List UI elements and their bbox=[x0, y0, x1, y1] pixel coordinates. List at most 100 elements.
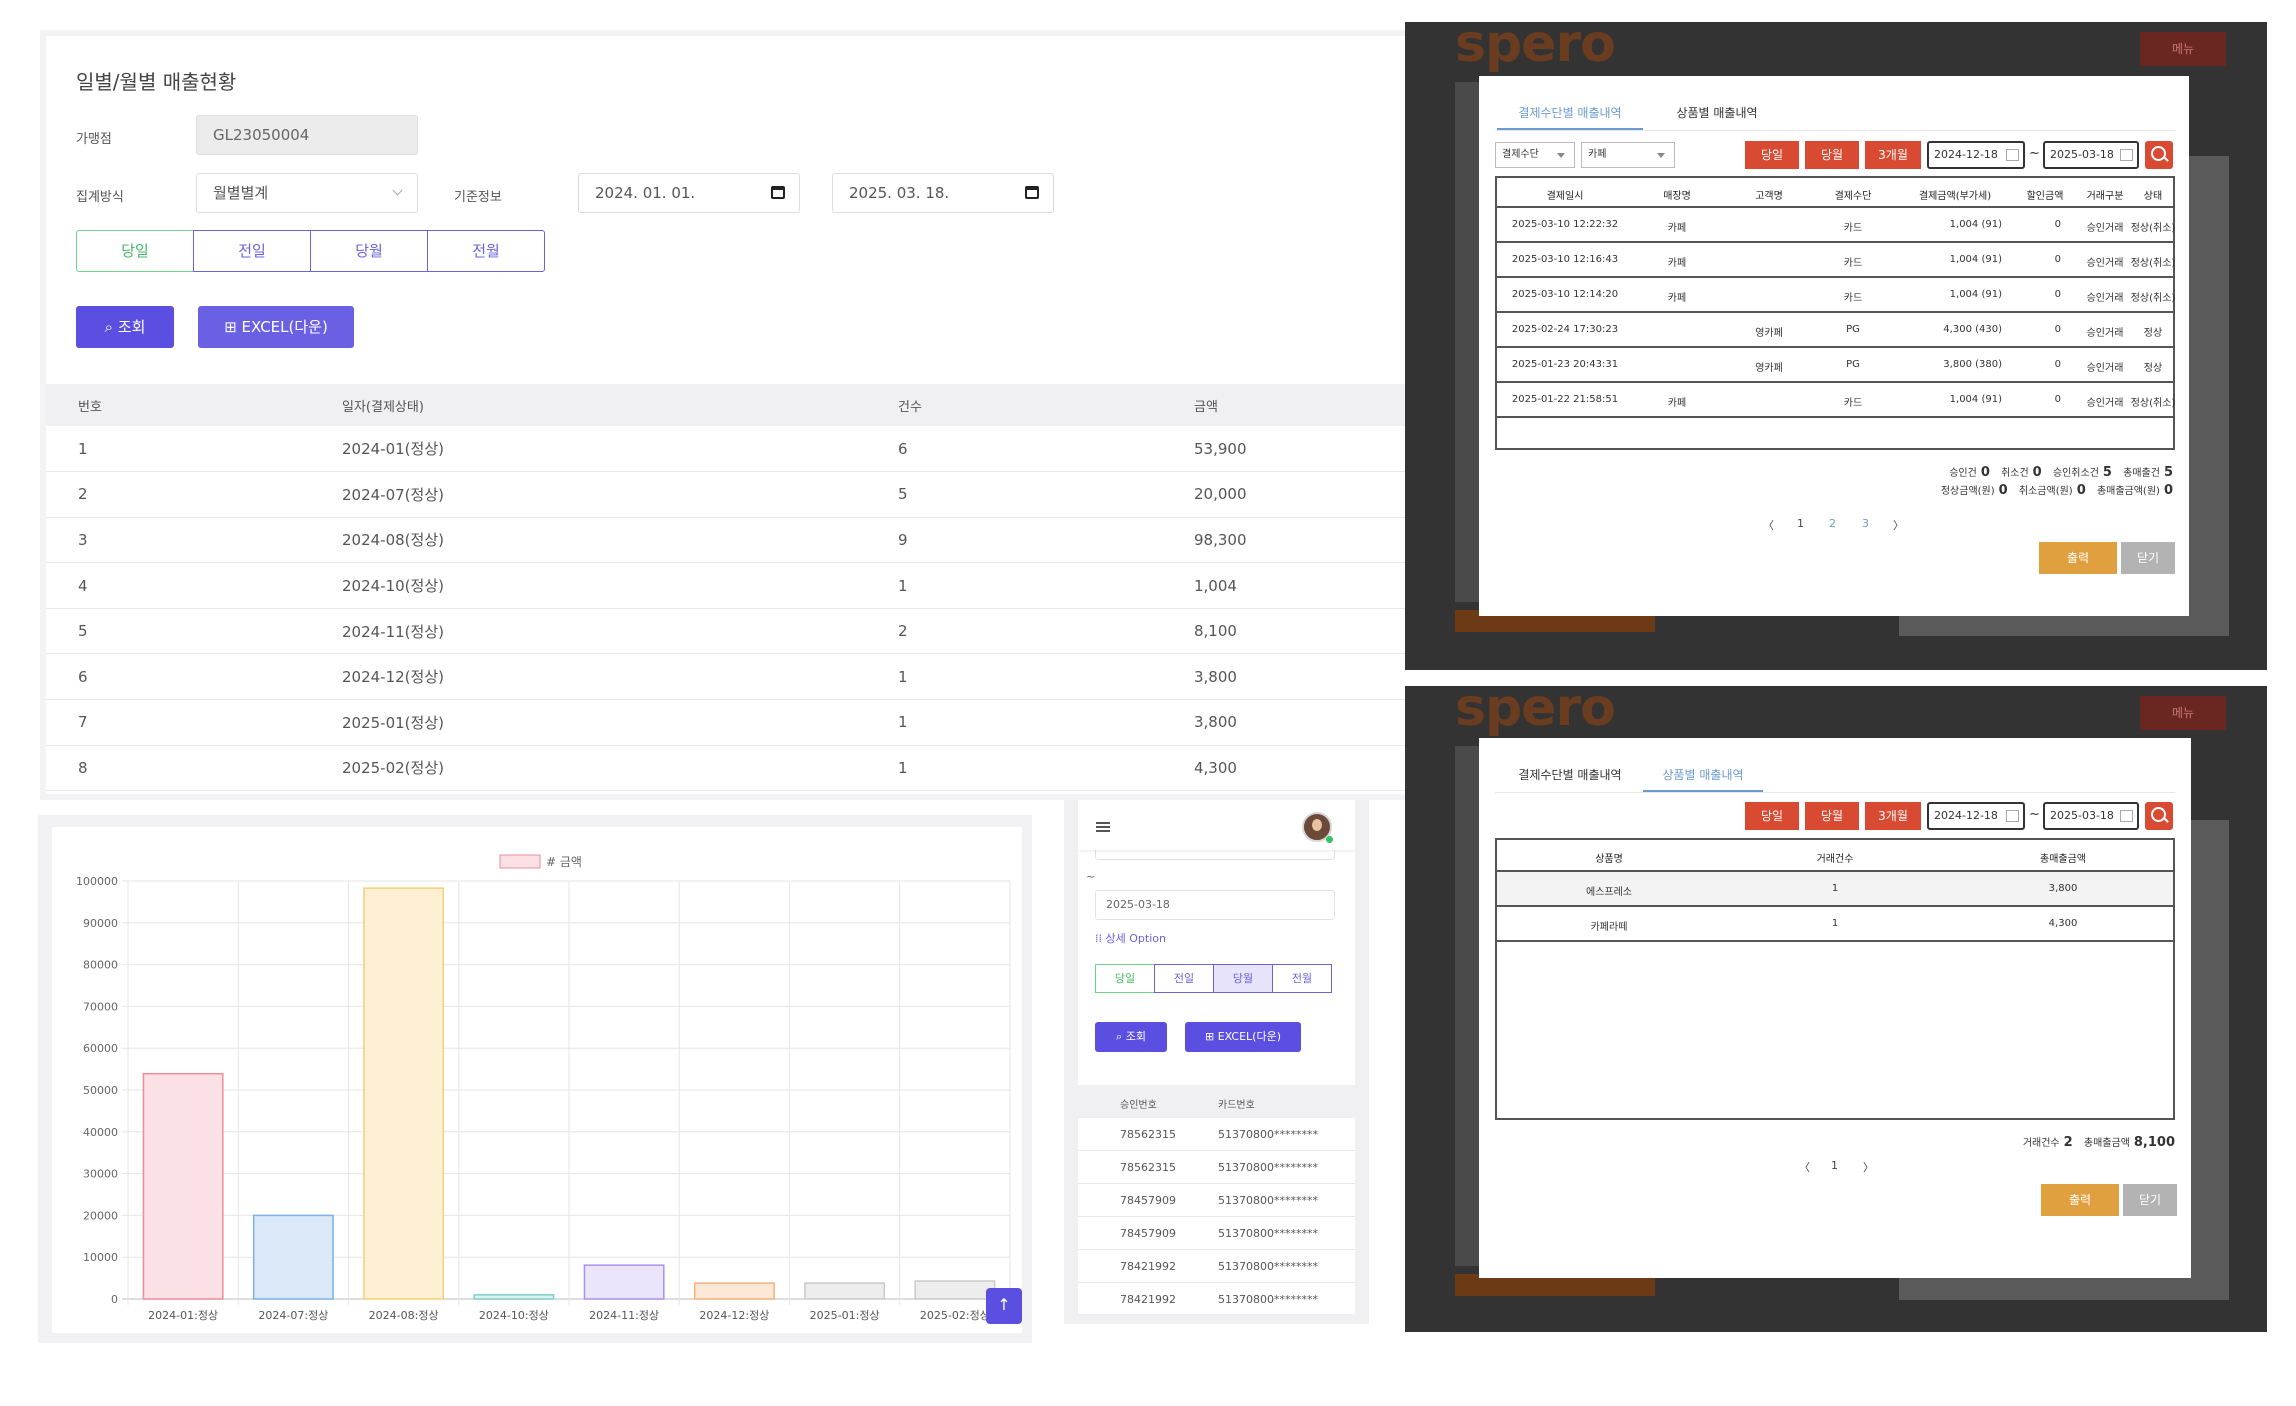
franchise-field: GL23050004 bbox=[196, 115, 418, 155]
tab-product[interactable]: 상품별 매출내역 bbox=[1657, 100, 1777, 130]
table-row[interactable]: 78421992 51370800******** bbox=[1078, 1283, 1355, 1314]
menu-button[interactable]: 메뉴 bbox=[2140, 696, 2226, 730]
online-status-dot bbox=[1326, 836, 1333, 843]
date-to-input[interactable]: 2025-03-18 bbox=[2043, 141, 2139, 169]
period-this-month-button[interactable]: 당월 bbox=[310, 230, 428, 272]
period-yesterday-button[interactable]: 전일 bbox=[1154, 964, 1214, 993]
page-prev[interactable]: 〈 bbox=[1799, 1159, 1810, 1175]
page-next[interactable]: 〉 bbox=[1893, 517, 1904, 533]
table-row[interactable]: 78421992 51370800******** bbox=[1078, 1250, 1355, 1283]
tab-product[interactable]: 상품별 매출내역 bbox=[1643, 762, 1763, 792]
page-1[interactable]: 1 bbox=[1797, 517, 1804, 530]
page-2[interactable]: 2 bbox=[1829, 517, 1836, 530]
cell-product: 에스프레소 bbox=[1586, 887, 1632, 898]
excel-download-button[interactable]: ⊞ EXCEL(다운) bbox=[1185, 1022, 1301, 1052]
bar[interactable] bbox=[693, 1282, 775, 1300]
print-button[interactable]: 출력 bbox=[2039, 542, 2117, 574]
date-to-input[interactable]: 2025-03-18 bbox=[1095, 890, 1335, 920]
page-1[interactable]: 1 bbox=[1831, 1159, 1838, 1172]
page-3[interactable]: 3 bbox=[1862, 517, 1869, 530]
table-row[interactable]: 2025-01-23 20:43:31 영카페 PG 3,800 (380) 0 승인거래… bbox=[1497, 348, 2173, 383]
scroll-top-button[interactable]: ↑ bbox=[986, 1288, 1022, 1324]
table-row[interactable]: 78457909 51370800******** bbox=[1078, 1184, 1355, 1217]
bar[interactable] bbox=[914, 1280, 996, 1300]
table-row[interactable]: 78562315 51370800******** bbox=[1078, 1151, 1355, 1184]
calendar-icon[interactable] bbox=[1025, 186, 1039, 199]
period-today-button[interactable]: 당일 bbox=[76, 230, 194, 272]
search-button[interactable]: ⌕ 조회 bbox=[1095, 1022, 1167, 1052]
payment-method-select[interactable]: 결제수단 bbox=[1495, 142, 1575, 168]
period-last-month-button[interactable]: 전월 bbox=[427, 230, 545, 272]
summary-label: 취소금액(원) bbox=[2018, 486, 2073, 497]
close-button[interactable]: 닫기 bbox=[2123, 1184, 2177, 1216]
date-to-input[interactable]: 2025. 03. 18. bbox=[832, 173, 1054, 213]
period-yesterday-button[interactable]: 전일 bbox=[193, 230, 311, 272]
period-last-month-button[interactable]: 전월 bbox=[1272, 964, 1332, 993]
summary-label: 취소건 bbox=[2001, 468, 2029, 479]
calendar-icon[interactable] bbox=[2006, 810, 2019, 822]
cell-card: 51370800******** bbox=[1218, 1128, 1318, 1141]
cell-approval: 78421992 bbox=[1120, 1293, 1176, 1306]
legend-swatch[interactable] bbox=[499, 854, 541, 869]
range-3month-button[interactable]: 3개월 bbox=[1865, 141, 1921, 169]
cell-no: 1 bbox=[46, 426, 342, 473]
date-to-input[interactable]: 2025-03-18 bbox=[2043, 802, 2139, 830]
tab-payment-method[interactable]: 결제수단별 매출내역 bbox=[1497, 100, 1643, 130]
legend-label[interactable]: # 금액 bbox=[546, 855, 582, 869]
range-month-button[interactable]: 당월 bbox=[1805, 141, 1859, 169]
tab-payment-method[interactable]: 결제수단별 매출내역 bbox=[1497, 762, 1643, 792]
page-prev[interactable]: 〈 bbox=[1763, 517, 1774, 533]
search-button[interactable]: ⌕ 조회 bbox=[76, 306, 174, 348]
cell-amount: 3,800 bbox=[1194, 653, 1410, 701]
date-from-input[interactable]: 2024-12-18 bbox=[1927, 802, 2025, 830]
cell-amount: 3,800 bbox=[1194, 699, 1410, 746]
calendar-icon[interactable] bbox=[771, 186, 785, 199]
close-button[interactable]: 닫기 bbox=[2121, 542, 2175, 574]
search-icon[interactable] bbox=[2145, 141, 2173, 169]
table-row[interactable]: 2025-03-10 12:22:32 카페 카드 1,004 (91) 0 승인거래 정상… bbox=[1497, 208, 2175, 243]
date-from-input[interactable]: 2024. 01. 01. bbox=[578, 173, 800, 213]
table-row[interactable]: 2025-01-22 21:58:51 카페 카드 1,004 (91) 0 승인거래 정상… bbox=[1497, 383, 2175, 418]
detail-option-link[interactable]: ⁞⁞ 상세 Option bbox=[1095, 930, 1166, 946]
range-today-button[interactable]: 당일 bbox=[1745, 802, 1799, 830]
table-row[interactable]: 2025-03-10 12:16:43 카페 카드 1,004 (91) 0 승인거래 정상… bbox=[1497, 243, 2175, 278]
range-3month-button[interactable]: 3개월 bbox=[1865, 802, 1921, 830]
table-row[interactable]: 78562315 51370800******** bbox=[1078, 1118, 1355, 1151]
table-row[interactable]: 카페라떼 1 4,300 bbox=[1497, 907, 2173, 942]
range-month-button[interactable]: 당월 bbox=[1805, 802, 1859, 830]
table-row[interactable]: 에스프레소 1 3,800 bbox=[1497, 872, 2173, 907]
range-today-button[interactable]: 당일 bbox=[1745, 141, 1799, 169]
cell-count: 1 bbox=[898, 562, 1194, 609]
cell-discount: 0 bbox=[2054, 219, 2061, 230]
excel-download-button[interactable]: ⊞ EXCEL(다운) bbox=[198, 306, 354, 348]
col-header-count: 거래건수 bbox=[1816, 854, 1854, 865]
hamburger-menu-icon[interactable] bbox=[1096, 822, 1110, 832]
bar[interactable] bbox=[473, 1294, 555, 1300]
store-select[interactable]: 카페 bbox=[1581, 142, 1675, 168]
cell-status: 정상 bbox=[2143, 363, 2163, 374]
franchise-label: 가맹점 bbox=[76, 132, 112, 147]
cell-card: 51370800******** bbox=[1218, 1227, 1318, 1240]
search-icon[interactable] bbox=[2145, 802, 2173, 830]
menu-button[interactable]: 메뉴 bbox=[2140, 32, 2226, 66]
bar[interactable] bbox=[804, 1282, 886, 1300]
cell-approval: 78457909 bbox=[1120, 1227, 1176, 1240]
bar[interactable] bbox=[583, 1264, 665, 1300]
calendar-icon[interactable] bbox=[2120, 149, 2133, 161]
page-next[interactable]: 〉 bbox=[1863, 1159, 1874, 1175]
table-row[interactable]: 2025-02-24 17:30:23 영카페 PG 4,300 (430) 0 승인거래… bbox=[1497, 313, 2173, 348]
calendar-icon[interactable] bbox=[2006, 149, 2019, 161]
period-this-month-button[interactable]: 당월 bbox=[1213, 964, 1273, 993]
print-button[interactable]: 출력 bbox=[2041, 1184, 2119, 1216]
table-row[interactable]: 78457909 51370800******** bbox=[1078, 1217, 1355, 1250]
agg-select[interactable]: 월별별계 bbox=[196, 173, 418, 213]
bar[interactable] bbox=[363, 887, 445, 1300]
cell-discount: 0 bbox=[2054, 394, 2061, 405]
period-today-button[interactable]: 당일 bbox=[1095, 964, 1155, 993]
table-row[interactable]: 2025-03-10 12:14:20 카페 카드 1,004 (91) 0 승인거래 정상… bbox=[1497, 278, 2175, 313]
bar[interactable] bbox=[252, 1214, 334, 1300]
mobile-panel: 2025-03-01 ~ 2025-03-18 ⁞⁞ 상세 Option 당일 … bbox=[1064, 800, 1369, 1324]
calendar-icon[interactable] bbox=[2120, 810, 2133, 822]
date-from-input[interactable]: 2024-12-18 bbox=[1927, 141, 2025, 169]
bar[interactable] bbox=[142, 1072, 224, 1300]
